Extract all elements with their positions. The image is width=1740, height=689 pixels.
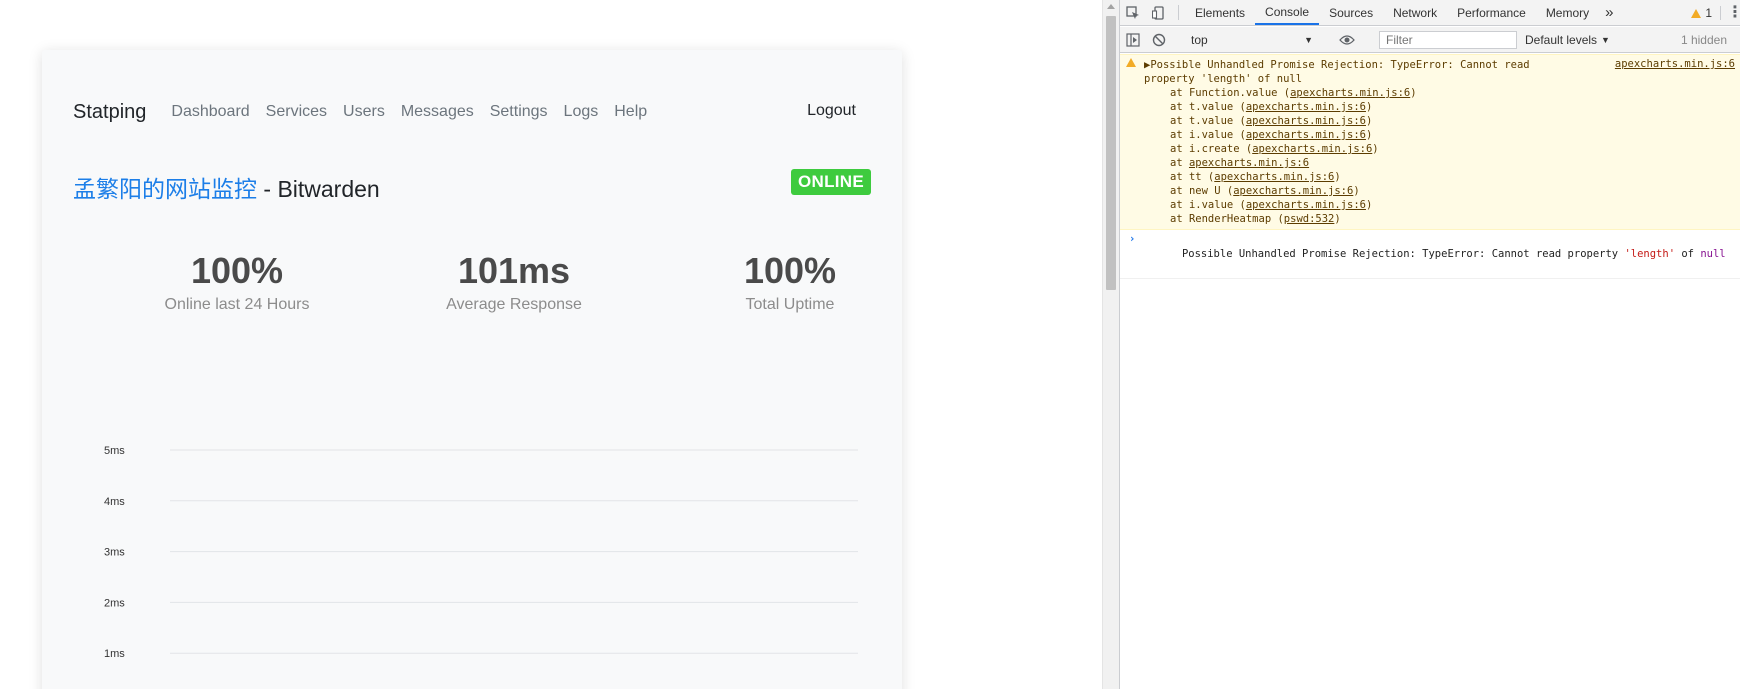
stack-frame-link[interactable]: apexcharts.min.js:6: [1246, 129, 1366, 141]
tab-sources[interactable]: Sources: [1319, 0, 1383, 25]
stack-frame: at i.value (apexcharts.min.js:6): [1170, 199, 1373, 211]
stack-frame: at i.value (apexcharts.min.js:6): [1170, 129, 1373, 141]
logout-link[interactable]: Logout: [807, 102, 856, 120]
console-toolbar: top ▼ Default levels ▼ 1 hidden: [1120, 27, 1740, 53]
stack-frame-link[interactable]: apexcharts.min.js:6: [1214, 171, 1334, 183]
stack-frame: at Function.value (apexcharts.min.js:6): [1170, 87, 1417, 99]
warning-counter[interactable]: 1: [1691, 6, 1712, 20]
status-badge: ONLINE: [791, 169, 872, 195]
y-tick-label: 1ms: [104, 648, 125, 660]
stack-frame-link[interactable]: apexcharts.min.js:6: [1189, 157, 1309, 169]
stack-frame-link[interactable]: apexcharts.min.js:6: [1252, 143, 1372, 155]
browser-page: Statping Dashboard Services Users Messag…: [0, 0, 1102, 689]
stack-frame: at tt (apexcharts.min.js:6): [1170, 171, 1341, 183]
nav-settings[interactable]: Settings: [490, 103, 548, 121]
stat-total-uptime: 100% Total Uptime: [660, 250, 920, 314]
stats-row: 100% Online last 24 Hours 101ms Average …: [42, 250, 902, 340]
clear-console-icon[interactable]: [1146, 33, 1172, 47]
console-warning-message[interactable]: apexcharts.min.js:6 ▶Possible Unhandled …: [1120, 54, 1740, 230]
stat-value: 100%: [190, 250, 284, 291]
tab-memory[interactable]: Memory: [1536, 0, 1599, 25]
service-name: - Bitwarden: [257, 176, 380, 202]
device-toolbar-icon[interactable]: [1146, 0, 1172, 25]
sidebar-toggle-icon[interactable]: [1120, 32, 1146, 47]
y-tick-label: 5ms: [104, 445, 125, 457]
filter-input[interactable]: [1379, 30, 1517, 49]
nav-dashboard[interactable]: Dashboard: [171, 103, 249, 121]
stack-frame-link[interactable]: apexcharts.min.js:6: [1290, 87, 1410, 99]
live-expression-eye-icon[interactable]: [1334, 34, 1360, 46]
nav-messages[interactable]: Messages: [401, 103, 474, 121]
kebab-menu-icon[interactable]: ⋮: [1727, 5, 1740, 21]
dropdown-arrow-icon: ▼: [1304, 34, 1313, 45]
stack-frame-link[interactable]: apexcharts.min.js:6: [1246, 101, 1366, 113]
stack-frame-link[interactable]: apexcharts.min.js:6: [1246, 115, 1366, 127]
stat-label: Total Uptime: [745, 296, 835, 313]
navbar: Statping Dashboard Services Users Messag…: [73, 92, 873, 132]
tab-performance[interactable]: Performance: [1447, 0, 1536, 25]
stat-label: Online last 24 Hours: [164, 296, 310, 313]
y-tick-label: 4ms: [104, 496, 125, 508]
stat-label: Average Response: [446, 296, 582, 313]
toolbar-divider: [1178, 5, 1179, 20]
site-title-link[interactable]: 孟繁阳的网站监控: [73, 176, 257, 202]
nav-services[interactable]: Services: [266, 103, 327, 121]
context-value: top: [1191, 32, 1208, 47]
context-select[interactable]: top ▼: [1185, 30, 1321, 50]
stack-frame-link[interactable]: apexcharts.min.js:6: [1233, 185, 1353, 197]
tab-console[interactable]: Console: [1255, 0, 1320, 25]
stack-trace: at Function.value (apexcharts.min.js:6) …: [1144, 86, 1735, 226]
nav-help[interactable]: Help: [614, 103, 647, 121]
more-tabs-button[interactable]: »: [1599, 0, 1619, 25]
y-tick-label: 2ms: [104, 597, 125, 609]
warning-source-link[interactable]: apexcharts.min.js:6: [1615, 58, 1735, 70]
stack-frame: at t.value (apexcharts.min.js:6): [1170, 101, 1373, 113]
hidden-messages-count: 1 hidden: [1680, 32, 1727, 47]
page-title: 孟繁阳的网站监控 - Bitwarden: [73, 170, 380, 204]
stat-value: 100%: [743, 250, 837, 291]
warning-count-icon: [1691, 8, 1702, 18]
stat-value: 101ms: [457, 250, 571, 291]
toolbar-divider: [1720, 6, 1721, 20]
warning-count: 1: [1705, 6, 1712, 20]
service-card: Statping Dashboard Services Users Messag…: [42, 50, 902, 689]
levels-value: Default levels: [1525, 32, 1598, 47]
stack-frame: at apexcharts.min.js:6: [1170, 157, 1310, 169]
devtools-tabbar: Elements Console Sources Network Perform…: [1120, 0, 1740, 26]
stack-frame: at RenderHeatmap (pswd:532): [1170, 213, 1341, 225]
stack-frame: at i.create (apexcharts.min.js:6): [1170, 143, 1379, 155]
inspect-element-icon[interactable]: [1120, 0, 1146, 25]
stack-frame: at new U (apexcharts.min.js:6): [1170, 185, 1360, 197]
chevron-right-icon: ›: [1129, 233, 1136, 245]
warning-text: property 'length' of null: [1144, 73, 1303, 85]
console-log-message[interactable]: › Possible Unhandled Promise Rejection: T…: [1120, 230, 1740, 279]
devtools-tabbar-right: 1 ⋮: [1691, 0, 1740, 26]
chart-svg: 5ms4ms3ms2ms1ms0ms: [104, 445, 858, 660]
dropdown-arrow-icon: ▼: [1601, 34, 1610, 45]
scroll-up-icon[interactable]: [1107, 4, 1115, 9]
log-levels-select[interactable]: Default levels ▼: [1525, 33, 1610, 47]
tab-elements[interactable]: Elements: [1185, 0, 1255, 25]
warning-icon: [1126, 58, 1136, 67]
stat-online-24h: 100% Online last 24 Hours: [107, 250, 367, 314]
tab-network[interactable]: Network: [1383, 0, 1447, 25]
stack-frame-link[interactable]: pswd:532: [1284, 213, 1335, 225]
page-scrollbar[interactable]: [1102, 0, 1119, 689]
console-output: apexcharts.min.js:6 ▶Possible Unhandled …: [1120, 54, 1740, 279]
stack-frame-link[interactable]: apexcharts.min.js:6: [1246, 199, 1366, 211]
stack-frame: at t.value (apexcharts.min.js:6): [1170, 115, 1373, 127]
stat-average-response: 101ms Average Response: [384, 250, 644, 314]
response-time-chart: 5ms4ms3ms2ms1ms0ms: [42, 380, 902, 689]
y-tick-label: 3ms: [104, 547, 125, 559]
nav-users[interactable]: Users: [343, 103, 385, 121]
devtools-panel: Elements Console Sources Network Perform…: [1119, 0, 1740, 689]
scrollbar-thumb[interactable]: [1106, 16, 1116, 290]
brand-link[interactable]: Statping: [73, 101, 146, 124]
nav-logs[interactable]: Logs: [564, 103, 599, 121]
